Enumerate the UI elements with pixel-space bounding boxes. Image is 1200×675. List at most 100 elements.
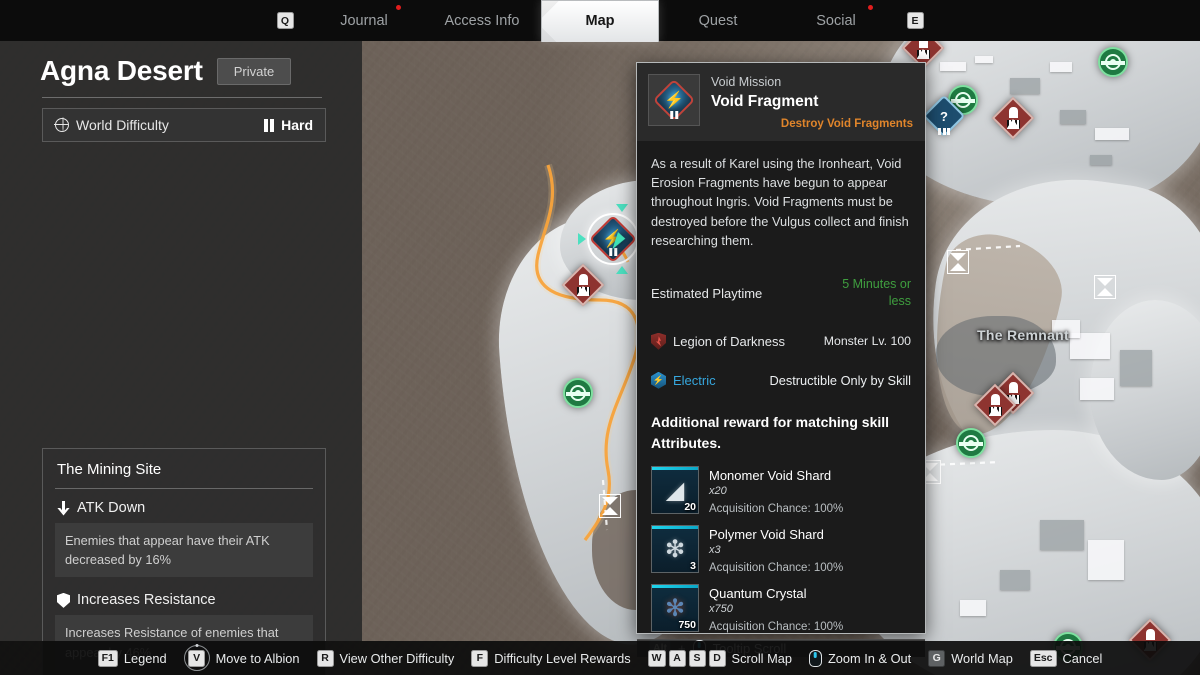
- hint-scroll-map[interactable]: W A S D Scroll Map: [647, 649, 792, 667]
- title-divider: [42, 97, 322, 98]
- reward-qty-badge: 750: [678, 618, 696, 631]
- hint-cancel[interactable]: Esc Cancel: [1029, 649, 1103, 667]
- tab-quest[interactable]: Quest: [659, 0, 777, 41]
- objective-ring-icon: [1098, 47, 1128, 77]
- tab-access-info[interactable]: Access Info: [423, 0, 541, 41]
- void-mission-icon: ⚡: [648, 74, 700, 126]
- reward-item-icon: ❇ 3: [651, 524, 699, 573]
- tower-icon: [988, 394, 1002, 416]
- hint-view-other-difficulty[interactable]: R View Other Difficulty: [316, 649, 454, 667]
- globe-icon: [54, 118, 69, 132]
- hint-difficulty-level-rewards[interactable]: F Difficulty Level Rewards: [471, 649, 631, 667]
- hint-label: Zoom In & Out: [827, 650, 912, 666]
- map-building: [1080, 378, 1114, 400]
- map-building: [1088, 540, 1124, 580]
- esc-keycap: Esc: [1029, 649, 1057, 667]
- map-building: [1060, 110, 1086, 124]
- map-building: [1095, 128, 1129, 140]
- a-keycap: A: [668, 649, 686, 667]
- e-keycap: E: [906, 12, 924, 29]
- nav-next-key[interactable]: E: [895, 12, 935, 29]
- map-building: [960, 600, 986, 616]
- reward-qty-badge: 20: [684, 500, 696, 513]
- void-shard-glyph: ◢: [665, 476, 685, 504]
- reward-qty-badge: 3: [690, 559, 696, 572]
- notification-dot: [396, 5, 401, 10]
- reward-item-icon: ◢ 20: [651, 465, 699, 514]
- stat-row-playtime: Estimated Playtime 5 Minutes or less: [637, 265, 925, 322]
- reward-item-name: Polymer Void Shard: [709, 526, 824, 542]
- map-marker-objective[interactable]: [563, 378, 593, 408]
- reward-item[interactable]: ✻ 750 Quantum Crystal x750 Acquisition C…: [637, 580, 925, 639]
- s-keycap: S: [688, 649, 706, 667]
- reward-item-chance: Acquisition Chance: 100%: [709, 620, 844, 633]
- top-navigation-bar: Q Journal Access Info Map Quest Social E: [0, 0, 1200, 42]
- map-building: [940, 62, 966, 71]
- g-keycap: G: [928, 649, 946, 667]
- notification-dot: [868, 5, 873, 10]
- reward-item-qty: x20: [709, 485, 727, 498]
- stat-value: 5 Minutes or less: [842, 276, 911, 309]
- reward-item-chance: Acquisition Chance: 100%: [709, 502, 844, 515]
- hint-label: Legend: [123, 650, 167, 666]
- tower-icon: [1006, 107, 1020, 129]
- tab-social[interactable]: Social: [777, 0, 895, 41]
- stat-value: Monster Lv. 100: [823, 334, 911, 349]
- map-marker-outpost[interactable]: [561, 263, 605, 307]
- site-divider: [55, 488, 313, 489]
- map-marker-gate[interactable]: [599, 494, 621, 518]
- d-keycap: D: [708, 649, 726, 667]
- hint-label: Difficulty Level Rewards: [494, 650, 631, 666]
- reward-item-qty: x3: [709, 544, 721, 557]
- reward-item[interactable]: ◢ 20 Monomer Void Shard x20 Acquisition …: [637, 462, 925, 521]
- reward-item-text: Monomer Void Shard x20 Acquisition Chanc…: [709, 466, 911, 515]
- world-difficulty-value-group: Hard: [264, 117, 313, 133]
- hint-label: Move to Albion: [215, 650, 300, 666]
- tooltip-header-text: Void Mission Void Fragment Destroy Void …: [711, 74, 913, 130]
- world-difficulty-row[interactable]: World Difficulty Hard: [42, 108, 326, 142]
- selection-arrow-left: [578, 233, 586, 245]
- private-button[interactable]: Private: [216, 57, 292, 85]
- hint-legend[interactable]: F1 Legend: [97, 649, 167, 667]
- map-marker-quest[interactable]: ?: [922, 94, 966, 138]
- reward-item-chance: Acquisition Chance: 100%: [709, 561, 844, 574]
- map-marker-objective[interactable]: [1098, 47, 1128, 77]
- quantum-crystal-glyph: ✻: [664, 594, 686, 622]
- hint-world-map[interactable]: G World Map: [928, 649, 1013, 667]
- tower-icon: [576, 274, 590, 296]
- reward-item-text: Polymer Void Shard x3 Acquisition Chance…: [709, 525, 911, 574]
- tab-map[interactable]: Map: [541, 0, 659, 42]
- map-marker-gate[interactable]: [947, 250, 969, 274]
- map-marker-outpost[interactable]: [991, 96, 1035, 140]
- hint-zoom[interactable]: Zoom In & Out: [808, 649, 912, 667]
- v-keycap: V: [188, 649, 206, 667]
- objective-ring-icon: [956, 428, 986, 458]
- buff-header: Increases Resistance: [43, 583, 325, 615]
- stat-label-group: Legion of Darkness: [651, 332, 785, 350]
- tab-label: Quest: [698, 12, 738, 29]
- stat-row-faction: Legion of Darkness Monster Lv. 100: [637, 322, 925, 361]
- f-keycap: F: [471, 649, 489, 667]
- nav-tab-list: Q Journal Access Info Map Quest Social E: [265, 0, 935, 42]
- mission-description: As a result of Karel using the Ironheart…: [651, 155, 909, 249]
- stat-value: Destructible Only by Skill: [769, 372, 911, 388]
- tab-journal[interactable]: Journal: [305, 0, 423, 41]
- map-region-label: The Remnant: [977, 327, 1069, 343]
- world-difficulty-label: World Difficulty: [76, 117, 169, 133]
- map-marker-gate[interactable]: [1094, 275, 1116, 299]
- void-shard-glyph: ❇: [664, 535, 686, 563]
- tab-label: Social: [816, 12, 856, 29]
- hint-move-to-albion[interactable]: V Move to Albion: [183, 644, 300, 671]
- nav-prev-key[interactable]: Q: [265, 12, 305, 29]
- q-keycap: Q: [276, 12, 294, 29]
- map-building: [975, 56, 993, 63]
- buff-header: ATK Down: [43, 491, 325, 523]
- map-building: [1040, 520, 1084, 550]
- hint-label: World Map: [951, 650, 1013, 666]
- map-marker-objective[interactable]: [956, 428, 986, 458]
- legion-shield-icon: [651, 332, 666, 350]
- map-marker-outpost[interactable]: [973, 383, 1017, 427]
- site-title: The Mining Site: [57, 461, 162, 478]
- hint-label: Cancel: [1062, 650, 1103, 666]
- reward-item[interactable]: ❇ 3 Polymer Void Shard x3 Acquisition Ch…: [637, 521, 925, 580]
